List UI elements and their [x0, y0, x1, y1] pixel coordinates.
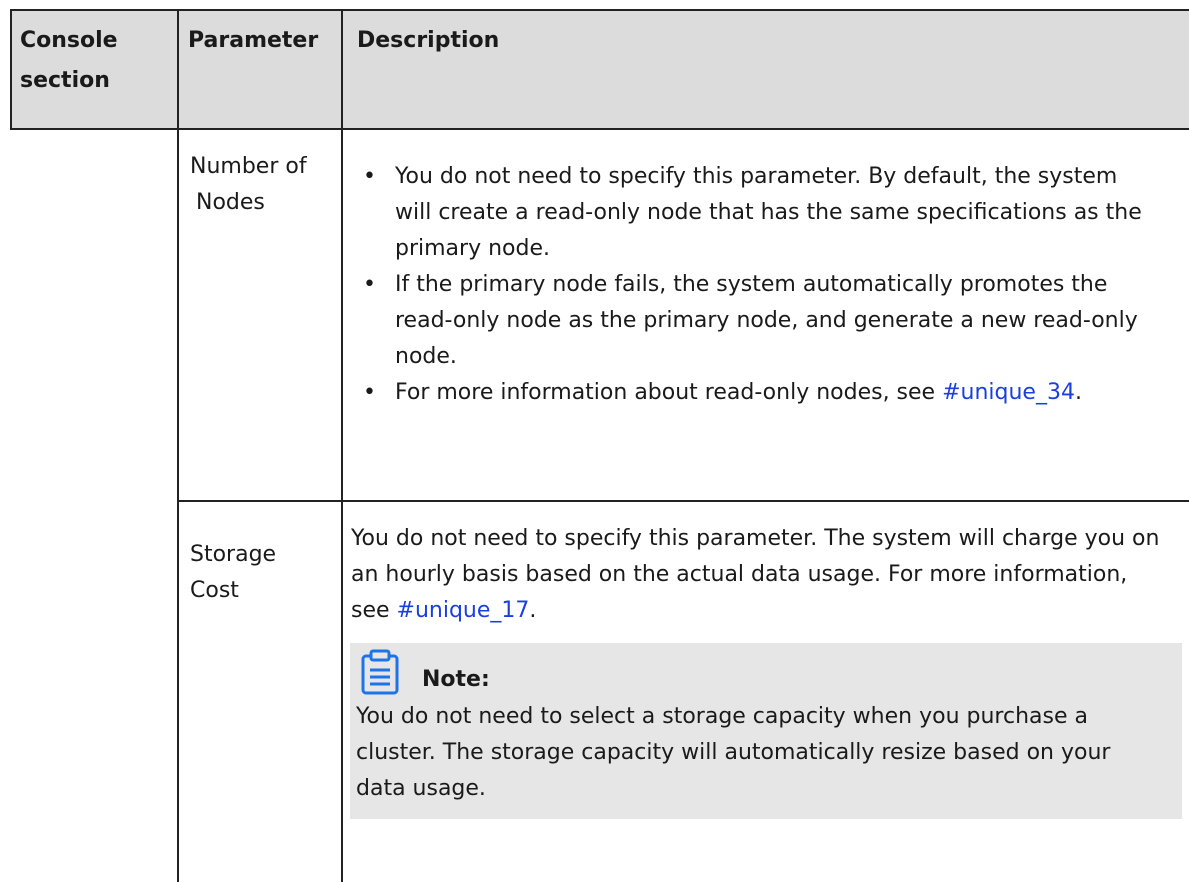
bullet-icon: •	[363, 272, 376, 297]
header-description: Description	[357, 28, 500, 53]
storage-cost-description: You do not need to specify this paramete…	[351, 521, 1171, 629]
bullet-icon: •	[363, 380, 376, 405]
bullet-icon: •	[363, 164, 376, 189]
table-left-border	[10, 9, 12, 130]
list-item-text: If the primary node fails, the system au…	[395, 272, 1138, 369]
list-item-text: For more information about read-only nod…	[395, 380, 943, 405]
row-divider	[178, 500, 1189, 502]
parameter-line: Nodes	[196, 190, 265, 215]
nodes-description-list: • You do not need to specify this paramet…	[351, 159, 1151, 411]
parameter-number-of-nodes: Number of Nodes	[190, 149, 340, 221]
parameter-line: Number of	[190, 154, 307, 179]
list-item: • If the primary node fails, the system a…	[351, 267, 1151, 375]
list-item: • You do not need to specify this paramet…	[351, 159, 1151, 267]
header-console-section: Console section	[20, 28, 118, 93]
clipboard-icon	[361, 649, 399, 695]
punctuation: .	[1074, 380, 1082, 405]
column-divider-1	[177, 9, 179, 882]
table-top-border	[10, 9, 1189, 11]
billing-link[interactable]: #unique_17	[397, 598, 530, 623]
column-divider-2	[341, 9, 343, 882]
list-item: • For more information about read-only no…	[351, 375, 1151, 411]
note-title: Note:	[422, 667, 490, 692]
parameter-line: Storage	[190, 542, 277, 567]
parameter-table: Console section Parameter Description Nu…	[10, 9, 1189, 882]
punctuation: .	[529, 598, 537, 623]
header-parameter: Parameter	[188, 28, 319, 53]
parameter-storage-cost: Storage Cost	[190, 537, 340, 609]
note-body: You do not need to select a storage capa…	[356, 704, 1111, 801]
header-bottom-border	[10, 128, 1189, 130]
note-box: Note: You do not need to select a storag…	[350, 643, 1182, 819]
list-item-text: You do not need to specify this paramete…	[395, 164, 1142, 261]
parameter-line: Cost	[190, 578, 239, 603]
read-only-nodes-link[interactable]: #unique_34	[942, 380, 1075, 405]
table-header-row	[10, 9, 1189, 129]
